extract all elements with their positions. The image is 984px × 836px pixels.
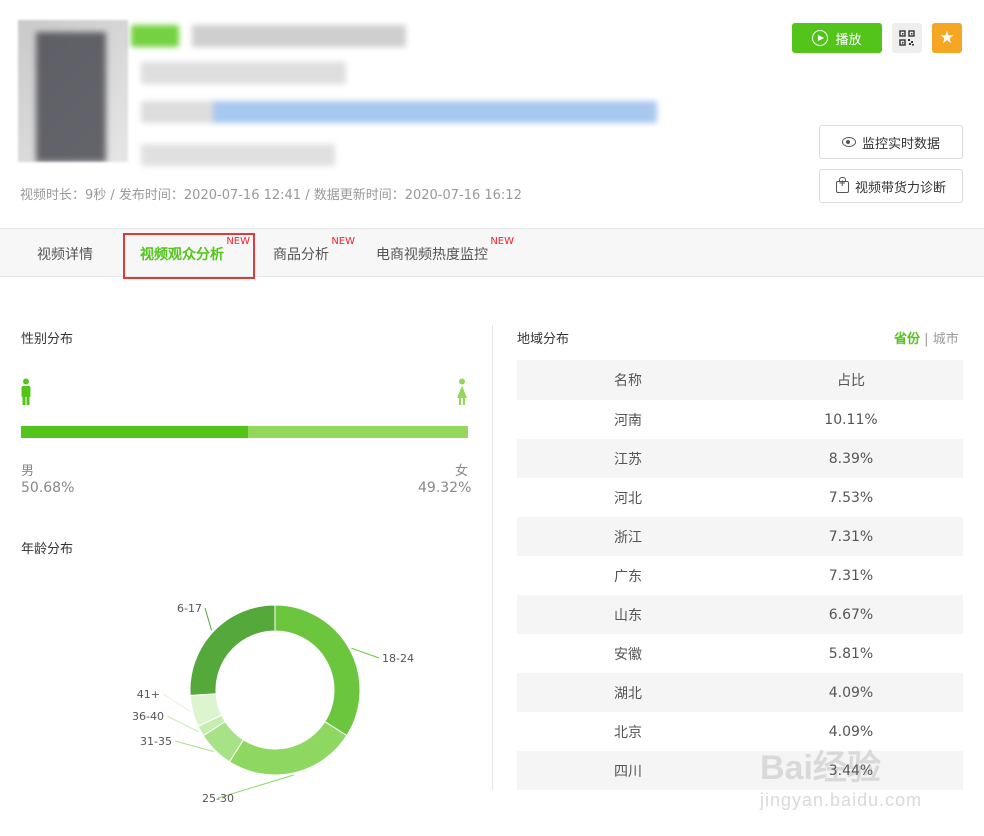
gender-section-title: 性别分布 xyxy=(21,332,74,347)
star-icon: ★ xyxy=(939,28,955,48)
watermark-url: jingyan.baidu.com xyxy=(760,790,923,810)
video-meta: 视频时长：9秒 / 发布时间：2020-07-16 12:41 / 数据更新时间… xyxy=(20,188,522,203)
region-share: 7.31% xyxy=(828,528,874,545)
region-name: 河北 xyxy=(614,490,642,507)
region-name: 河南 xyxy=(614,412,642,429)
tab-label: 电商视频热度监控 xyxy=(376,247,488,263)
age-slice-18-24[interactable] xyxy=(274,604,361,737)
column-header-share: 占比 xyxy=(837,373,865,389)
age-label: 31-35 xyxy=(140,735,172,748)
region-share: 7.31% xyxy=(828,567,874,584)
region-section-title: 地域分布 xyxy=(517,332,570,347)
age-label: 41+ xyxy=(137,688,160,701)
table-row: 浙江 7.31% xyxy=(517,517,963,556)
play-button[interactable]: 播放 xyxy=(792,23,882,53)
female-label: 女 xyxy=(455,464,469,479)
tab-video-details[interactable]: 视频详情 xyxy=(37,244,93,264)
region-name: 浙江 xyxy=(614,529,642,546)
play-icon xyxy=(812,30,829,46)
region-share: 4.09% xyxy=(828,684,874,701)
region-share: 7.53% xyxy=(828,489,874,506)
age-slice-25-30[interactable] xyxy=(228,720,348,776)
age-slice-6-17[interactable] xyxy=(189,604,276,696)
female-icon xyxy=(457,378,467,405)
table-row: 山东 6.67% xyxy=(517,595,963,634)
age-section-title: 年龄分布 xyxy=(21,542,74,557)
age-label: 36-40 xyxy=(132,710,164,723)
monitor-label: 监控实时数据 xyxy=(861,136,940,152)
author-info-blurred xyxy=(141,62,346,84)
new-badge: NEW xyxy=(226,236,250,247)
region-name: 北京 xyxy=(614,724,642,741)
tab-ecommerce-heat-monitor[interactable]: 电商视频热度监控 NEW xyxy=(376,236,514,264)
male-bar-fill xyxy=(21,426,248,438)
region-switch: 省份 | 城市 xyxy=(894,328,959,347)
video-thumbnail[interactable] xyxy=(18,20,128,162)
tags-blurred xyxy=(141,101,657,123)
tab-product-analysis[interactable]: 商品分析 NEW xyxy=(273,236,355,264)
region-share: 8.39% xyxy=(828,450,874,467)
qr-code-icon xyxy=(899,30,915,46)
play-label: 播放 xyxy=(835,32,862,48)
column-header-name: 名称 xyxy=(614,373,642,389)
author-badge xyxy=(131,25,179,47)
region-name: 湖北 xyxy=(614,685,642,702)
tab-audience-analysis[interactable]: 视频观众分析 NEW xyxy=(140,236,250,264)
age-donut-chart: 18-24 25-30 31-35 36-40 41+ 6-17 xyxy=(132,602,414,805)
age-leader-line xyxy=(166,715,199,733)
gender-bar xyxy=(21,426,468,438)
qr-code-button[interactable] xyxy=(892,23,922,53)
section-divider xyxy=(492,325,493,790)
male-label: 男 xyxy=(21,464,35,479)
region-name: 江苏 xyxy=(614,451,642,468)
tab-bar: 视频详情 视频观众分析 NEW 商品分析 NEW 电商视频热度监控 NEW xyxy=(0,228,984,277)
age-leader-line xyxy=(351,647,380,659)
video-title-blurred xyxy=(192,25,406,47)
table-row: 江苏 8.39% xyxy=(517,439,963,478)
male-value: 50.68% xyxy=(21,480,75,496)
age-leader-line xyxy=(204,607,213,631)
extra-info-blurred xyxy=(141,144,335,166)
province-toggle[interactable]: 省份 xyxy=(894,332,920,347)
table-row: 河北 7.53% xyxy=(517,478,963,517)
region-share: 10.11% xyxy=(824,411,878,428)
table-row: 四川 3.44% xyxy=(517,751,963,790)
age-leader-line xyxy=(162,693,192,713)
switch-separator: | xyxy=(924,332,929,347)
tab-label: 视频详情 xyxy=(37,247,93,263)
table-header: 名称 占比 xyxy=(517,360,963,400)
favorite-button[interactable]: ★ xyxy=(932,23,962,53)
table-row: 安徽 5.81% xyxy=(517,634,963,673)
age-label: 25-30 xyxy=(202,792,234,805)
monitor-realtime-button[interactable]: 监控实时数据 xyxy=(819,125,963,159)
shopping-bag-icon xyxy=(835,177,849,193)
region-share: 4.09% xyxy=(828,723,874,740)
male-icon xyxy=(21,378,31,405)
watermark-logo: Bai经验 xyxy=(760,749,881,787)
table-row: 广东 7.31% xyxy=(517,556,963,595)
female-value: 49.32% xyxy=(418,480,472,496)
new-badge: NEW xyxy=(331,236,355,247)
sales-diagnose-button[interactable]: 视频带货力诊断 xyxy=(819,169,963,203)
region-share: 5.81% xyxy=(828,645,874,662)
city-toggle[interactable]: 城市 xyxy=(933,332,959,347)
eye-icon xyxy=(841,137,856,147)
table-row: 湖北 4.09% xyxy=(517,673,963,712)
age-label: 6-17 xyxy=(177,602,202,615)
region-name: 四川 xyxy=(614,763,642,780)
region-name: 安徽 xyxy=(614,646,642,663)
new-badge: NEW xyxy=(490,236,514,247)
diagnose-label: 视频带货力诊断 xyxy=(854,180,946,196)
table-row: 河南 10.11% xyxy=(517,400,963,439)
tab-label: 视频观众分析 xyxy=(140,247,224,263)
region-name: 广东 xyxy=(614,568,642,585)
tab-label: 商品分析 xyxy=(273,247,329,263)
region-share: 6.67% xyxy=(828,606,874,623)
age-label: 18-24 xyxy=(382,652,414,665)
table-row: 北京 4.09% xyxy=(517,712,963,751)
region-table: 名称 占比 河南 10.11% 江苏 8.39% 河北 7.53% 浙江 7.31% 广东 7.3… xyxy=(517,360,963,790)
region-name: 山东 xyxy=(614,607,642,624)
